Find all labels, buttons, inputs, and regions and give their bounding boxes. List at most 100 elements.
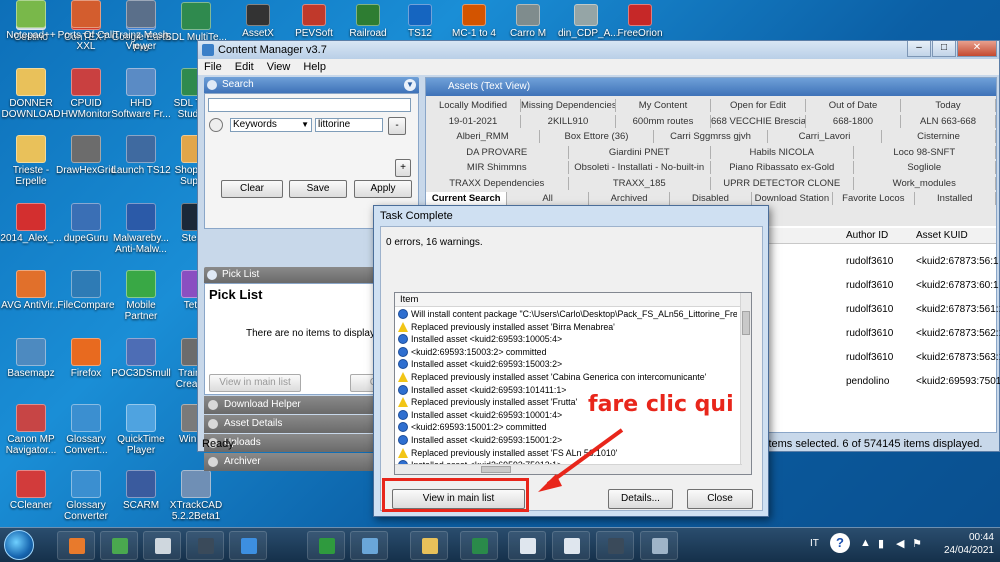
log-item[interactable]: <kuid2:69593:15001:2> committed [397,421,737,434]
desktop-icon[interactable]: POC3DSmull [110,338,172,379]
taskbar-button[interactable] [596,531,634,560]
desktop-icon[interactable]: dupeGuru [55,203,117,244]
desktop-icon[interactable]: FileCompare [55,270,117,311]
add-criteria-button[interactable]: + [395,159,411,177]
asset-filter-tab[interactable]: Locally Modified [426,99,521,112]
collapse-chevron-icon[interactable]: ▼ [404,79,416,91]
taskbar-button[interactable] [307,531,345,560]
log-column-item[interactable]: Item [395,293,741,307]
close-button[interactable]: Close [687,489,753,509]
desktop-icon[interactable]: CPUID HWMonitor [55,68,117,120]
asset-filter-tab[interactable]: Favorite Locos [833,192,915,205]
asset-filter-tab[interactable]: 668-1800 [806,114,901,128]
asset-filter-tab[interactable]: Obsoleti - Installati - No-built-in [569,161,711,174]
asset-filter-tab[interactable]: Loco 98-SNFT [854,145,996,159]
desktop-icon[interactable]: Trainz Mesh Viewer [110,0,172,52]
log-item[interactable]: Replaced previously installed asset 'Bir… [397,321,737,334]
asset-filter-tab[interactable]: Archived [589,192,671,205]
asset-filter-tab[interactable]: Cisternine [882,130,996,143]
log-vertical-scrollbar[interactable] [740,293,751,474]
desktop-icon[interactable]: SDL MultiTe... [165,2,227,43]
asset-filter-tab[interactable]: 668 VECCHIE Brescia-Iseo [711,114,806,128]
asset-filter-tab[interactable]: 2KILL910 [521,114,616,128]
taskbar-button[interactable] [508,531,546,560]
desktop-icon[interactable]: Basemapz [0,338,62,379]
asset-filter-tab[interactable]: Habils NICOLA [711,145,854,159]
asset-filter-tab[interactable]: TRAXX Dependencies [426,176,569,190]
column-asset-kuid[interactable]: Asset KUID [916,228,968,244]
search-panel-header[interactable]: Search ▼ [204,77,419,93]
desktop-icon[interactable]: Ports Of Call XXL [55,0,117,52]
desktop-icon[interactable]: Mobile Partner [110,270,172,322]
asset-filter-tab[interactable]: Missing Dependencies [521,99,616,112]
desktop-icon[interactable]: 2014_Alex_... [0,203,62,244]
search-mode-toggle-icon[interactable] [209,118,223,132]
asset-filter-tab[interactable]: Today [901,99,996,112]
asset-filter-tab[interactable]: Download Station [752,192,834,205]
desktop-icon[interactable]: XTrackCAD 5.2.2Beta1 [165,470,227,522]
desktop-icon[interactable]: din_CDP_A... [558,4,619,39]
details-button[interactable]: Details... [608,489,673,509]
close-window-button[interactable]: ✕ [957,41,997,57]
log-item[interactable]: Installed asset <kuid2:69593:15001:2> [397,434,737,447]
desktop-icon[interactable]: DrawHexGrid [55,135,117,176]
input-language[interactable]: IT [810,538,819,549]
desktop-icon[interactable]: AssetX [230,4,286,39]
asset-filter-tab[interactable]: Carri_Lavori [768,130,882,143]
asset-filter-tab[interactable]: Sogliole [854,161,996,174]
asset-filter-tab[interactable]: MIR Shimmns [426,161,569,174]
asset-filter-tab[interactable]: TRAXX_185 [569,176,711,190]
asset-filter-tab[interactable]: UPRR DETECTOR CLONE [711,176,854,190]
log-item[interactable]: Will install content package "C:\Users\C… [397,308,737,321]
desktop-icon[interactable]: QuickTime Player [110,404,172,456]
volume-icon[interactable]: ◀ [896,537,904,550]
log-horizontal-scrollbar[interactable] [395,464,742,474]
start-button[interactable] [4,530,34,560]
remove-criteria-button[interactable]: - [388,117,406,135]
network-icon[interactable]: ▮ [878,537,884,550]
desktop-icon[interactable]: Glossary Converter [55,470,117,522]
taskbar-button[interactable] [640,531,678,560]
asset-filter-tab[interactable]: ALN 663-668 [901,114,996,128]
asset-filter-tab[interactable]: Work_modules [854,176,996,190]
clear-button[interactable]: Clear [221,180,283,198]
asset-filter-tab[interactable]: All [507,192,589,205]
desktop-icon[interactable]: HHD Software Fr... [110,68,172,120]
desktop-icon[interactable]: MC-1 to 4 [446,4,502,39]
desktop-icon[interactable]: SCARM [110,470,172,511]
desktop-icon[interactable]: FreeOrion [612,4,668,39]
desktop-icon[interactable]: Trieste - Erpelle [0,135,62,187]
desktop-icon[interactable]: Glossary Convert... [55,404,117,456]
flag-icon[interactable]: ⚑ [912,537,922,550]
asset-filter-tab[interactable]: Giardini PNET [569,145,711,159]
asset-filter-tab[interactable]: Disabled [670,192,752,205]
asset-filter-tab[interactable]: Open for Edit [711,99,806,112]
asset-filter-tab[interactable]: Current Search [426,192,508,205]
taskbar-button[interactable] [100,531,138,560]
taskbar-button[interactable] [410,531,448,560]
taskbar-button[interactable] [552,531,590,560]
taskbar-button[interactable] [460,531,498,560]
asset-filter-tab[interactable]: Out of Date [806,99,901,112]
save-button[interactable]: Save [289,180,347,198]
search-query-input[interactable] [208,98,411,112]
asset-filter-tab[interactable]: Installed [915,192,996,205]
taskbar-button[interactable] [350,531,388,560]
asset-filter-tab[interactable]: My Content [616,99,711,112]
taskbar-button[interactable] [229,531,267,560]
column-author-id[interactable]: Author ID [846,228,888,244]
desktop-icon[interactable]: Notepad++ [0,0,62,41]
desktop-icon[interactable]: Malwareby... Anti-Malw... [110,203,172,255]
menu-help[interactable]: Help [303,59,326,75]
desktop-icon[interactable]: CCleaner [0,470,62,511]
asset-filter-tab[interactable]: Box Ettore (36) [540,130,654,143]
log-item[interactable]: <kuid2:69593:15003:2> committed [397,346,737,359]
asset-filter-tab[interactable]: 600mm routes [616,114,711,128]
minimize-button[interactable]: – [907,41,931,57]
desktop-icon[interactable]: Canon MP Navigator... [0,404,62,456]
asset-filter-tab[interactable]: Carri Sggmrss gjvh [654,130,768,143]
taskbar-button[interactable] [186,531,224,560]
menu-file[interactable]: File [204,59,222,75]
desktop-icon[interactable]: TS12 [392,4,448,39]
desktop-icon[interactable]: Firefox [55,338,117,379]
